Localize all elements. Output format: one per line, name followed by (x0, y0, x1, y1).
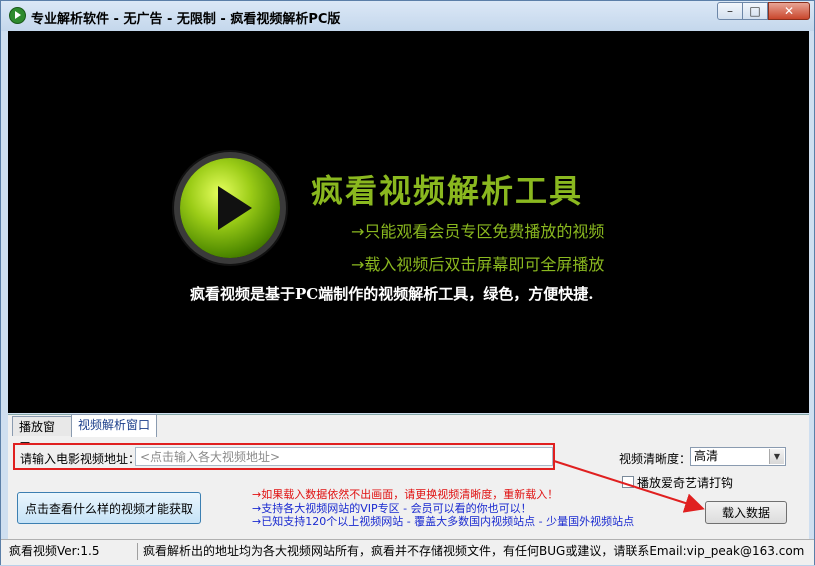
note-support: →已知支持120个以上视频网站 - 覆盖大多数国内视频站点 - 少量国外视频站点 (252, 515, 635, 528)
player-tip-1: →只能观看会员专区免费播放的视频 (351, 222, 605, 241)
quality-select[interactable]: 高清 ▼ (690, 447, 786, 466)
quality-value: 高清 (694, 449, 719, 463)
tab-parser[interactable]: 视频解析窗口 (71, 414, 157, 437)
tab-player[interactable]: 播放窗口 (12, 416, 72, 454)
minimize-button[interactable]: – (717, 2, 743, 20)
url-input[interactable] (135, 447, 553, 466)
status-message: 疯看解析出的地址均为各大视频网站所有，疯看并不存储视频文件，有任何BUG或建议，… (143, 544, 805, 558)
quality-label: 视频清晰度： (619, 452, 692, 466)
maximize-button[interactable]: □ (742, 2, 768, 20)
player-tip-2: →载入视频后双击屏幕即可全屏播放 (351, 255, 605, 274)
iqiyi-checkbox-label[interactable]: 播放爱奇艺请打钩 (637, 474, 733, 491)
chevron-down-icon[interactable]: ▼ (769, 449, 784, 464)
close-button[interactable]: ✕ (768, 2, 810, 20)
play-triangle-icon (218, 186, 252, 230)
window-title: 专业解析软件 - 无广告 - 无限制 - 疯看视频解析PC版 (31, 12, 341, 27)
video-player-area[interactable]: 疯看视频解析工具 →只能观看会员专区免费播放的视频 →载入视频后双击屏幕即可全屏… (8, 31, 809, 413)
play-logo-icon (180, 158, 280, 258)
load-data-button[interactable]: 载入数据 (705, 501, 787, 524)
url-label: 请输入电影视频地址： (20, 452, 141, 466)
status-version: 疯看视频Ver:1.5 (5, 543, 138, 560)
iqiyi-checkbox[interactable] (622, 476, 634, 488)
howto-button[interactable]: 点击查看什么样的视频才能获取 (17, 492, 201, 524)
url-input-group: 请输入电影视频地址： (13, 443, 555, 470)
app-play-icon (9, 7, 26, 24)
title-bar[interactable]: 专业解析软件 - 无广告 - 无限制 - 疯看视频解析PC版 – □ ✕ (1, 1, 814, 31)
status-bar: 疯看视频Ver:1.5 疯看解析出的地址均为各大视频网站所有，疯看并不存储视频文… (1, 539, 814, 565)
player-headline: 疯看视频解析工具 (311, 172, 584, 210)
player-description: 疯看视频是基于PC端制作的视频解析工具，绿色，方便快捷. (190, 285, 594, 303)
app-window: 专业解析软件 - 无广告 - 无限制 - 疯看视频解析PC版 – □ ✕ 疯看视… (0, 0, 815, 565)
